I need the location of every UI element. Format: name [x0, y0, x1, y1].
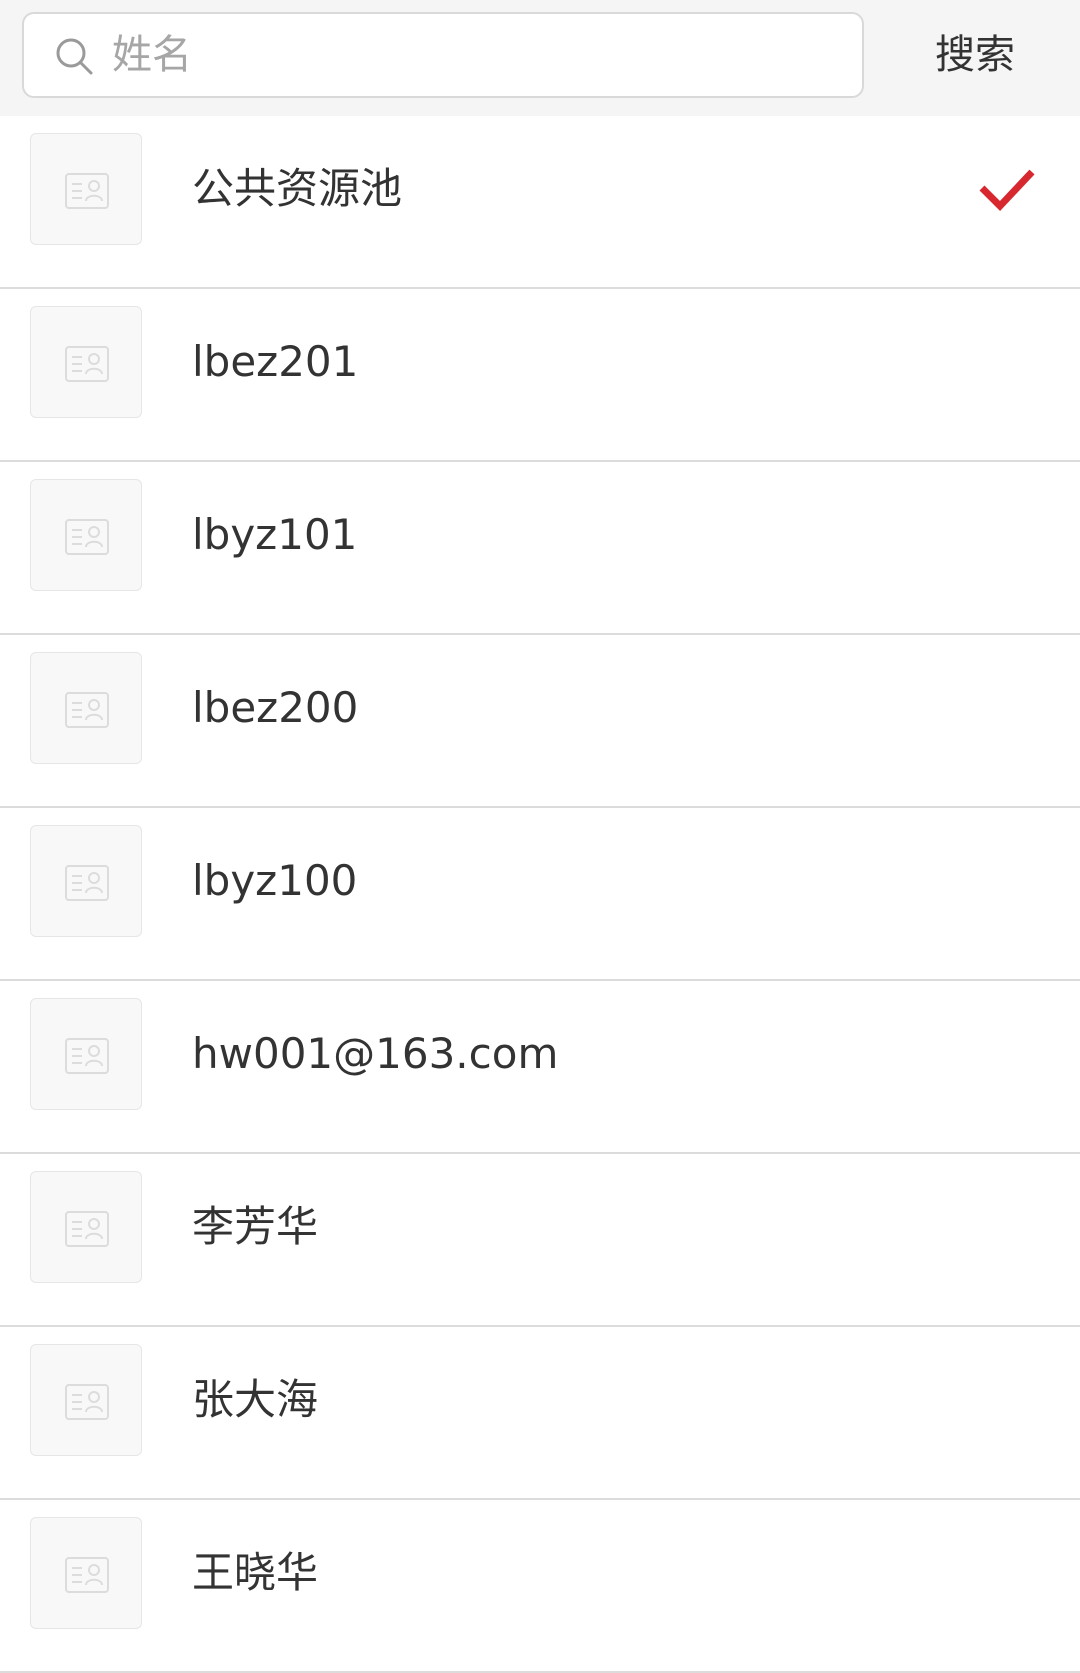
- contact-card-icon: [65, 173, 109, 209]
- list-item-name: 李芳华: [192, 1202, 319, 1251]
- avatar: [30, 306, 142, 418]
- avatar: [30, 479, 142, 591]
- avatar: [30, 652, 142, 764]
- list-item-name: lbez201: [192, 337, 359, 386]
- list-item[interactable]: lbyz101: [0, 462, 1080, 635]
- list-item[interactable]: 张大海: [0, 1327, 1080, 1500]
- avatar: [30, 1517, 142, 1629]
- avatar: [30, 825, 142, 937]
- contact-card-icon: [65, 692, 109, 728]
- check-icon: [979, 169, 1035, 212]
- list-item-name: lbez200: [192, 683, 359, 732]
- list-item-name: 王晓华: [192, 1548, 319, 1597]
- list-item[interactable]: 李芳华: [0, 1154, 1080, 1327]
- list-item[interactable]: lbez200: [0, 635, 1080, 808]
- search-button[interactable]: 搜索: [900, 22, 1050, 88]
- avatar: [30, 133, 142, 245]
- search-input[interactable]: [112, 22, 832, 88]
- list-item-name: 公共资源池: [192, 164, 403, 213]
- contact-card-icon: [65, 1384, 109, 1420]
- list-item[interactable]: 王晓华: [0, 1500, 1080, 1673]
- search-box[interactable]: [22, 12, 864, 98]
- list-item-name: lbyz100: [192, 856, 358, 905]
- avatar: [30, 1171, 142, 1283]
- avatar: [30, 998, 142, 1110]
- contact-card-icon: [65, 1211, 109, 1247]
- search-icon: [56, 38, 93, 75]
- contact-card-icon: [65, 1038, 109, 1074]
- list-item-name: 张大海: [192, 1375, 319, 1424]
- contact-card-icon: [65, 346, 109, 382]
- list-item[interactable]: lbyz100: [0, 808, 1080, 981]
- list-item[interactable]: lbez201: [0, 289, 1080, 462]
- list-item[interactable]: 公共资源池: [0, 116, 1080, 289]
- contact-card-icon: [65, 865, 109, 901]
- contact-card-icon: [65, 1557, 109, 1593]
- contact-card-icon: [65, 519, 109, 555]
- contact-list: 公共资源池 lbez201 lbyz101 lbez200 lbyz100 hw…: [0, 116, 1080, 1673]
- list-item[interactable]: hw001@163.com: [0, 981, 1080, 1154]
- search-bar: 搜索: [0, 0, 1080, 116]
- list-item-name: hw001@163.com: [192, 1029, 559, 1078]
- avatar: [30, 1344, 142, 1456]
- list-item-name: lbyz101: [192, 510, 358, 559]
